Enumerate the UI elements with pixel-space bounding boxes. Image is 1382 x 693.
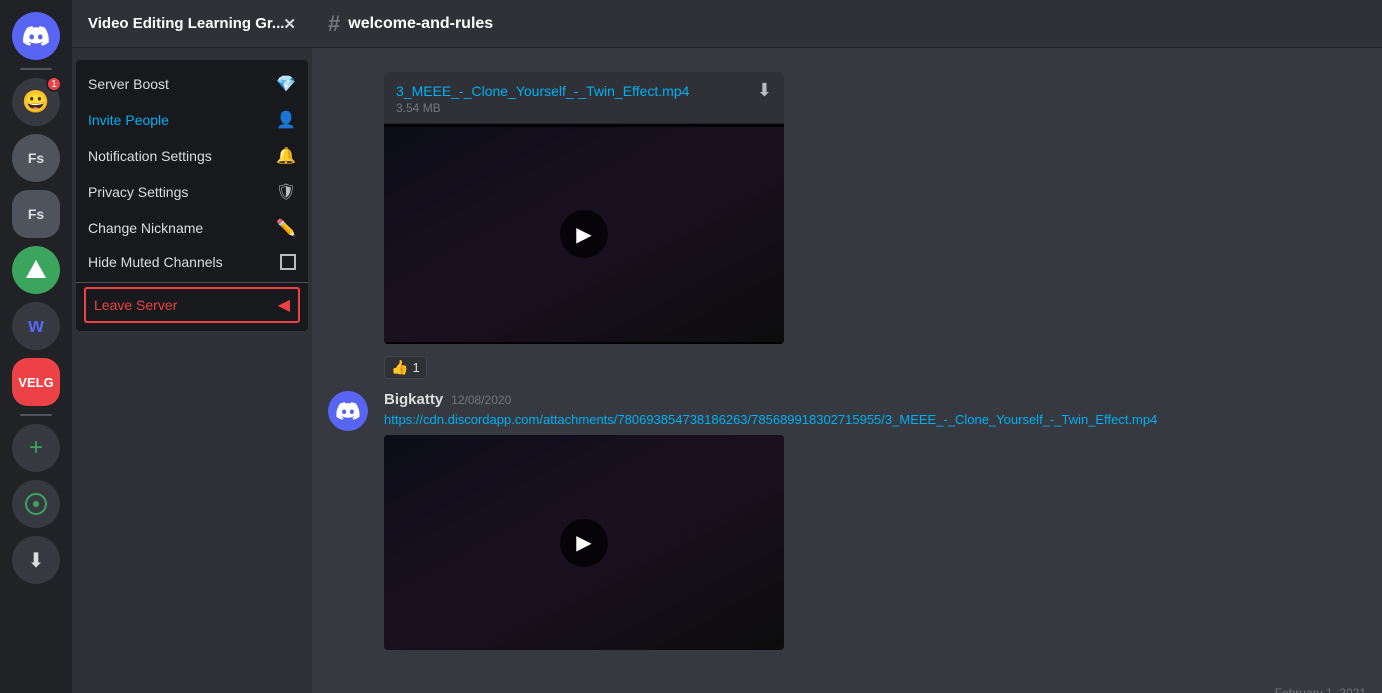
sidebar: Video Editing Learning Gr... ✕ Server Bo… [72,0,312,693]
server-icon-fs2[interactable]: Fs [12,190,60,238]
reaction-emoji: 👍 [391,359,408,376]
author-bigkatty: Bigkatty [384,391,443,408]
video-header-1: 3_MEEE_-_Clone_Yourself_-_Twin_Effect.mp… [384,72,784,124]
message-attachment-1: 3_MEEE_-_Clone_Yourself_-_Twin_Effect.mp… [384,72,794,379]
server-divider [20,68,52,70]
privacy-icon: 🛡 [276,182,296,202]
video-filesize-1: 3.54 MB [396,101,772,115]
main-content: # welcome-and-rules 3_MEEE_-_Clone_Yours… [312,0,1382,693]
server-icon-emoji[interactable]: 😀 1 [12,78,60,126]
server-icon-velg[interactable]: VELG [12,358,60,406]
invite-icon: 👤 [276,110,296,130]
menu-item-leave-server[interactable]: Leave Server ◀ [84,287,300,323]
reaction-count: 1 [412,360,419,375]
menu-item-privacy-settings[interactable]: Privacy Settings 🛡 [76,174,308,210]
download-button-1[interactable]: ⬇ [757,80,772,101]
server-icon-explore[interactable] [12,480,60,528]
video-player-inner-1: ▶ [384,127,784,342]
menu-label-change-nickname: Change Nickname [88,220,203,236]
message-row-bigkatty: Bigkatty 12/08/2020 https://cdn.discorda… [328,387,1366,662]
message-header-bigkatty: Bigkatty 12/08/2020 [384,391,1366,408]
date-divider-feb2021: February 1, 2021 [328,678,1366,693]
reaction-thumbsup[interactable]: 👍 1 [384,356,427,379]
server-name-label: Video Editing Learning Gr... [88,15,284,32]
server-icon-w[interactable]: w [12,302,60,350]
menu-label-privacy-settings: Privacy Settings [88,184,188,200]
notification-icon: 🔔 [276,146,296,166]
leave-icon: ◀ [278,295,290,315]
menu-label-notification-settings: Notification Settings [88,148,212,164]
menu-item-notification-settings[interactable]: Notification Settings 🔔 [76,138,308,174]
messages-area[interactable]: 3_MEEE_-_Clone_Yourself_-_Twin_Effect.mp… [312,48,1382,693]
video-attachment-1[interactable]: 3_MEEE_-_Clone_Yourself_-_Twin_Effect.mp… [384,72,784,344]
menu-item-hide-muted-channels[interactable]: Hide Muted Channels [76,246,308,278]
menu-label-hide-muted-channels: Hide Muted Channels [88,254,223,270]
avatar-bigkatty [328,391,368,431]
menu-label-leave-server: Leave Server [94,297,177,313]
channel-header: # welcome-and-rules [312,0,1382,48]
play-button-2[interactable]: ▶ [560,519,608,567]
menu-label-server-boost: Server Boost [88,76,169,92]
server-icon-fs1[interactable]: Fs [12,134,60,182]
server-icon-download[interactable]: ⬇ [12,536,60,584]
menu-separator [76,282,308,283]
menu-item-change-nickname[interactable]: Change Nickname ✏️ [76,210,308,246]
server-boost-icon: 💎 [276,74,296,94]
context-menu: Server Boost 💎 Invite People 👤 Notificat… [76,60,308,331]
notification-badge: 1 [46,76,62,92]
server-name-header[interactable]: Video Editing Learning Gr... ✕ [72,0,312,48]
channel-header-hash: # [328,11,340,37]
edit-icon: ✏️ [276,218,296,238]
menu-item-server-boost[interactable]: Server Boost 💎 [76,66,308,102]
server-bar: 😀 1 Fs Fs w VELG + ⬇ [0,0,72,693]
checkbox-icon [280,254,296,270]
play-button-1[interactable]: ▶ [560,210,608,258]
timestamp-bigkatty: 12/08/2020 [451,393,511,407]
server-icon-add[interactable]: + [12,424,60,472]
server-icon-home[interactable] [12,12,60,60]
video-filename-1: 3_MEEE_-_Clone_Yourself_-_Twin_Effect.mp… [396,83,689,99]
video-player-2[interactable]: ▶ [384,435,784,650]
server-divider-2 [20,414,52,416]
menu-item-invite-people[interactable]: Invite People 👤 [76,102,308,138]
server-icon-green[interactable] [12,246,60,294]
video-attachment-2[interactable]: ▶ [384,435,784,650]
menu-label-invite-people: Invite People [88,112,169,128]
channel-name: welcome-and-rules [348,15,493,33]
video-player-1[interactable]: ▶ [384,124,784,344]
message-content-bigkatty: Bigkatty 12/08/2020 https://cdn.discorda… [384,391,1366,658]
message-link-bigkatty[interactable]: https://cdn.discordapp.com/attachments/7… [384,412,1366,427]
